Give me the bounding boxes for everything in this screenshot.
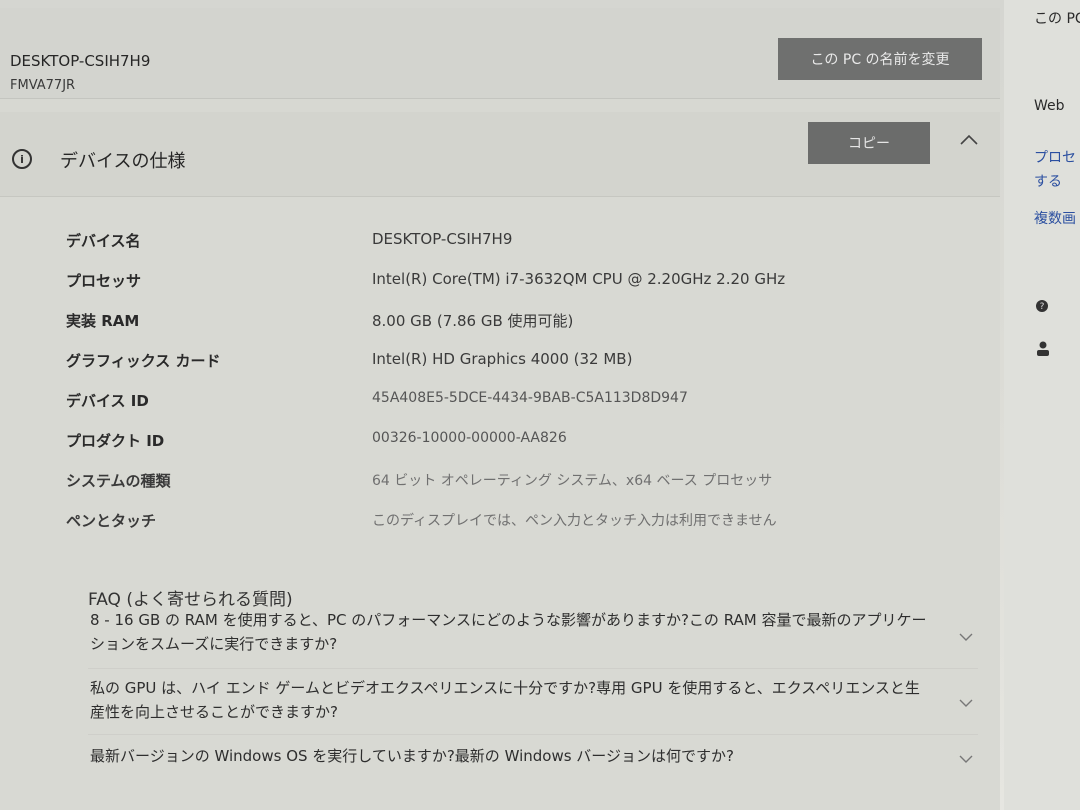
spec-label: デバイス ID: [66, 392, 149, 410]
spec-value: DESKTOP-CSIH7H9: [372, 230, 513, 248]
spec-label: プロダクト ID: [66, 432, 165, 450]
faq-divider: [88, 668, 978, 669]
spec-value: 45A408E5-5DCE-4434-9BAB-C5A113D8D947: [372, 390, 688, 406]
spec-value: Intel(R) Core(TM) i7-3632QM CPU @ 2.20GH…: [372, 270, 786, 288]
spec-row-device-name: デバイス名 DESKTOP-CSIH7H9: [0, 222, 1000, 262]
spec-row-graphics: グラフィックス カード Intel(R) HD Graphics 4000 (3…: [0, 342, 1000, 382]
spec-value: 64 ビット オペレーティング システム、x64 ベース プロセッサ: [372, 473, 773, 489]
faq-item[interactable]: 私の GPU は、ハイ エンド ゲームとビデオエクスペリエンスに十分ですか?専用…: [90, 676, 930, 724]
device-spec-list: デバイス名 DESKTOP-CSIH7H9 プロセッサ Intel(R) Cor…: [0, 222, 1000, 542]
spec-row-product-id: プロダクト ID 00326-10000-00000-AA826: [0, 422, 1000, 462]
svg-text:?: ?: [1040, 302, 1045, 312]
chevron-down-icon[interactable]: [958, 754, 974, 764]
related-web-label[interactable]: Web: [1034, 98, 1065, 114]
related-processor-link[interactable]: プロセ: [1034, 147, 1076, 167]
spec-row-processor: プロセッサ Intel(R) Core(TM) i7-3632QM CPU @ …: [0, 262, 1000, 302]
spec-row-system-type: システムの種類 64 ビット オペレーティング システム、x64 ベース プロセ…: [0, 462, 1000, 502]
spec-row-pen-touch: ペンとタッチ このディスプレイでは、ペン入力とタッチ入力は利用できません: [0, 502, 1000, 542]
chevron-down-icon[interactable]: [958, 698, 974, 708]
copy-button[interactable]: コピー: [808, 122, 930, 164]
spec-label: 実装 RAM: [66, 312, 140, 330]
feedback-icon[interactable]: [1034, 340, 1052, 358]
pc-model: FMVA77JR: [10, 78, 76, 93]
spec-label: プロセッサ: [66, 272, 142, 290]
pc-name: DESKTOP-CSIH7H9: [10, 52, 151, 70]
spec-value: 8.00 GB (7.86 GB 使用可能): [372, 312, 574, 330]
info-icon: i: [12, 149, 32, 169]
faq-title: FAQ (よく寄せられる質問): [88, 590, 293, 610]
help-icon[interactable]: ?: [1034, 298, 1052, 316]
spec-value: このディスプレイでは、ペン入力とタッチ入力は利用できません: [372, 513, 777, 529]
device-spec-title: デバイスの仕様: [60, 151, 186, 172]
spec-row-device-id: デバイス ID 45A408E5-5DCE-4434-9BAB-C5A113D8…: [0, 382, 1000, 422]
spec-value: 00326-10000-00000-AA826: [372, 430, 567, 446]
faq-divider: [88, 734, 978, 735]
faq-item[interactable]: 8 - 16 GB の RAM を使用すると、PC のパフォーマンスにどのような…: [90, 608, 930, 656]
spec-row-ram: 実装 RAM 8.00 GB (7.86 GB 使用可能): [0, 302, 1000, 342]
related-multi-display-link[interactable]: 複数画: [1034, 208, 1076, 228]
related-settings-panel: この PC Web プロセ する 複数画 ?: [1004, 0, 1080, 810]
spec-label: ペンとタッチ: [66, 512, 157, 530]
chevron-down-icon[interactable]: [958, 632, 974, 642]
faq-item[interactable]: 最新バージョンの Windows OS を実行していますか?最新の Window…: [90, 744, 930, 768]
pc-name-card: DESKTOP-CSIH7H9 FMVA77JR この PC の名前を変更: [0, 8, 1000, 99]
spec-label: システムの種類: [66, 472, 171, 490]
device-spec-header[interactable]: i デバイスの仕様 コピー: [0, 112, 1000, 197]
related-processor-link-2[interactable]: する: [1034, 171, 1062, 191]
rename-pc-button[interactable]: この PC の名前を変更: [778, 38, 982, 80]
settings-about-page: DESKTOP-CSIH7H9 FMVA77JR この PC の名前を変更 i …: [0, 0, 1080, 810]
spec-value: Intel(R) HD Graphics 4000 (32 MB): [372, 350, 633, 368]
spec-label: グラフィックス カード: [66, 352, 221, 370]
chevron-up-icon[interactable]: [958, 132, 980, 148]
spec-label: デバイス名: [66, 232, 141, 250]
related-pc-label: この PC: [1034, 11, 1080, 27]
